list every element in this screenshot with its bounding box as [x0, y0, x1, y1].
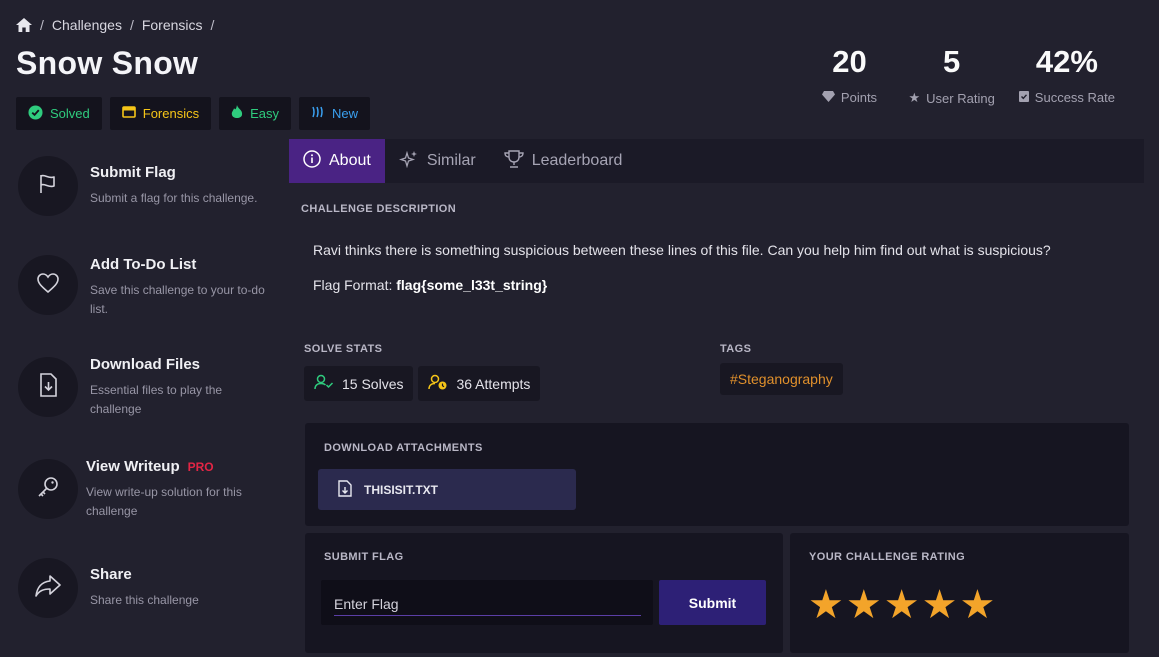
- user-rating-value: 5: [943, 44, 961, 79]
- sparkles-icon: [398, 150, 419, 173]
- user-rating-stat: 5 ★ User Rating: [909, 44, 995, 106]
- challenge-rating-panel: YOUR CHALLENGE RATING ★ ★ ★ ★ ★: [790, 533, 1129, 653]
- difficulty-badge: Easy: [219, 97, 292, 130]
- challenge-actions: Submit Flag Submit a flag for this chall…: [18, 156, 278, 628]
- challenge-description-text: Ravi thinks there is something suspiciou…: [313, 242, 1051, 258]
- tab-similar[interactable]: Similar: [385, 139, 490, 183]
- pro-badge: PRO: [187, 459, 214, 474]
- diamond-icon: [821, 90, 835, 105]
- user-clock-icon: [428, 374, 448, 393]
- attempts-count: 36 Attempts: [456, 375, 531, 392]
- share-desc: Share this challenge: [90, 593, 199, 607]
- submit-flag-heading: SUBMIT FLAG: [324, 551, 404, 563]
- view-writeup-desc: View write-up solution for this challeng…: [86, 485, 242, 518]
- waves-icon: [311, 105, 325, 122]
- view-writeup-title: View Writeup: [86, 458, 180, 475]
- breadcrumb-challenges[interactable]: Challenges: [52, 17, 122, 33]
- download-files-desc: Essential files to play the challenge: [90, 383, 223, 416]
- solve-stats-heading: SOLVE STATS: [304, 343, 383, 355]
- success-rate-label: Success Rate: [1034, 90, 1115, 105]
- rating-star-2-icon[interactable]: ★: [846, 585, 882, 625]
- points-value: 20: [832, 44, 867, 79]
- challenge-stats: 20 Points 5 ★ User Rating 42% Success Ra…: [815, 44, 1115, 106]
- add-todo-title: Add To-Do List: [90, 256, 197, 273]
- submit-button[interactable]: Submit: [659, 580, 766, 625]
- folder-icon: [121, 105, 136, 122]
- category-badge-label: Forensics: [142, 106, 200, 121]
- heart-icon: [36, 272, 60, 299]
- points-label: Points: [840, 90, 878, 105]
- challenge-badges: Solved Forensics Easy New: [16, 97, 371, 130]
- share-action[interactable]: Share Share this challenge: [18, 558, 278, 628]
- trophy-icon: [504, 149, 524, 173]
- flag-icon: [36, 172, 60, 201]
- new-badge: New: [299, 97, 371, 130]
- attachment-file-name: THISISIT.TXT: [364, 482, 439, 497]
- tab-about-label: About: [329, 152, 371, 169]
- tab-leaderboard[interactable]: Leaderboard: [490, 139, 637, 183]
- success-rate-value: 42%: [1035, 44, 1098, 79]
- share-icon: [35, 574, 61, 602]
- solved-badge-label: Solved: [50, 106, 90, 121]
- flag-format-label: Flag Format:: [313, 277, 397, 293]
- submit-flag-desc: Submit a flag for this challenge.: [90, 191, 258, 205]
- flag-format: Flag Format: flag{some_l33t_string}: [313, 277, 547, 293]
- attempts-pill[interactable]: 36 Attempts: [418, 366, 541, 401]
- solved-badge: Solved: [16, 97, 102, 130]
- download-files-action[interactable]: Download Files Essential files to play t…: [18, 356, 278, 458]
- rating-star-1-icon[interactable]: ★: [808, 585, 844, 625]
- breadcrumb-separator: /: [129, 17, 134, 33]
- points-stat: 20 Points: [815, 44, 885, 106]
- tab-similar-label: Similar: [426, 152, 476, 169]
- share-title: Share: [90, 566, 132, 583]
- file-download-icon: [338, 479, 352, 500]
- breadcrumb-separator: /: [40, 17, 44, 33]
- challenge-description-heading: CHALLENGE DESCRIPTION: [301, 203, 457, 215]
- tab-leaderboard-label: Leaderboard: [531, 152, 623, 169]
- download-attachments-panel: DOWNLOAD ATTACHMENTS THISISIT.TXT: [305, 423, 1129, 526]
- challenge-tabs: About Similar Leaderboard: [289, 139, 1144, 183]
- rating-star-4-icon[interactable]: ★: [922, 585, 958, 625]
- rating-stars: ★ ★ ★ ★ ★: [808, 585, 995, 625]
- submit-flag-action[interactable]: Submit Flag Submit a flag for this chall…: [18, 156, 278, 256]
- download-attachments-heading: DOWNLOAD ATTACHMENTS: [324, 442, 483, 454]
- key-icon: [36, 475, 60, 504]
- challenge-rating-heading: YOUR CHALLENGE RATING: [809, 551, 966, 563]
- flag-format-value: flag{some_l33t_string}: [396, 277, 548, 293]
- check-circle-icon: [28, 104, 43, 123]
- submit-flag-title: Submit Flag: [90, 164, 176, 181]
- view-writeup-action[interactable]: View Writeup PRO View write-up solution …: [18, 458, 278, 558]
- user-rating-label: User Rating: [926, 90, 995, 106]
- info-icon: [303, 149, 321, 173]
- file-download-icon: [38, 372, 58, 402]
- download-files-title: Download Files: [90, 356, 201, 373]
- star-icon: ★: [908, 90, 921, 105]
- home-icon[interactable]: [16, 18, 32, 32]
- user-check-icon: [314, 374, 334, 393]
- flame-icon: [231, 104, 243, 123]
- attachment-file[interactable]: THISISIT.TXT: [318, 469, 576, 510]
- rating-star-5-icon[interactable]: ★: [959, 585, 995, 625]
- clipboard-check-icon: [1018, 90, 1029, 105]
- submit-flag-panel: SUBMIT FLAG Submit: [305, 533, 783, 653]
- solve-stats: 15 Solves 36 Attempts: [304, 366, 541, 401]
- add-todo-action[interactable]: Add To-Do List Save this challenge to yo…: [18, 255, 278, 356]
- new-badge-label: New: [332, 106, 359, 121]
- tags-heading: TAGS: [720, 343, 752, 355]
- category-badge: Forensics: [109, 97, 212, 130]
- tag-steganography[interactable]: #Steganography: [720, 363, 843, 395]
- solves-count: 15 Solves: [342, 375, 404, 392]
- solves-pill[interactable]: 15 Solves: [304, 366, 414, 401]
- tab-about[interactable]: About: [289, 139, 385, 183]
- difficulty-badge-label: Easy: [250, 106, 280, 121]
- breadcrumb-forensics[interactable]: Forensics: [142, 17, 203, 33]
- breadcrumb: / Challenges / Forensics /: [16, 17, 216, 33]
- rating-star-3-icon[interactable]: ★: [884, 585, 920, 625]
- breadcrumb-separator: /: [210, 17, 215, 33]
- success-rate-stat: 42% Success Rate: [1018, 44, 1115, 106]
- flag-input[interactable]: [334, 586, 641, 616]
- flag-input-container: [321, 580, 653, 625]
- page-title: Snow Snow: [16, 45, 199, 81]
- add-todo-desc: Save this challenge to your to-do list.: [90, 283, 265, 316]
